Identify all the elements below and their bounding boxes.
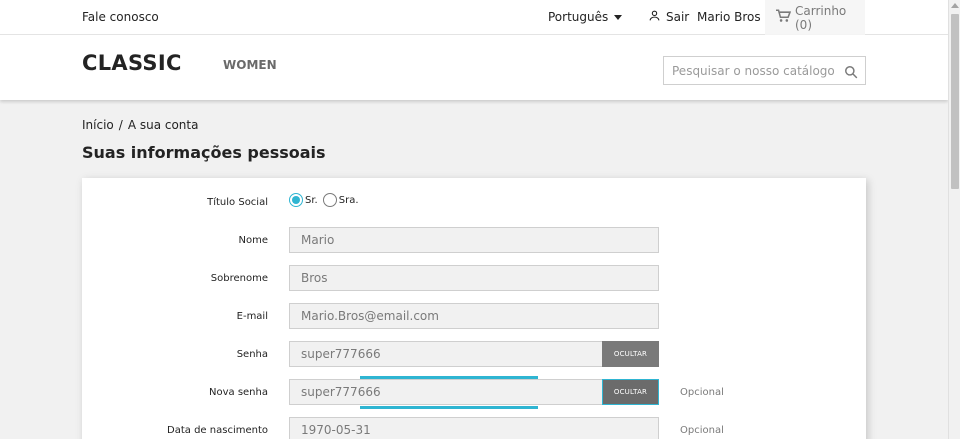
user-icon	[648, 9, 661, 25]
email-row: E-mail Mario.Bros@email.com	[82, 303, 866, 331]
signout-label: Sair	[666, 10, 690, 24]
language-label: Português	[548, 10, 609, 24]
new-password-row: Nova senha super777666 OCULTAR Opcional	[82, 379, 866, 407]
scrollbar-thumb[interactable]	[951, 14, 959, 189]
contact-link[interactable]: Fale conosco	[82, 10, 159, 24]
personal-info-form: Título Social Sr. Sra. Nome Mario Sobren…	[82, 178, 866, 439]
first-name-field[interactable]: Mario	[289, 227, 659, 253]
site-logo[interactable]: CLASSIC	[82, 51, 182, 75]
search-icon[interactable]	[844, 64, 858, 83]
page-title: Suas informações pessoais	[82, 143, 326, 162]
language-selector[interactable]: Português	[548, 10, 623, 24]
last-name-label: Sobrenome	[210, 273, 268, 284]
top-bar: Fale conosco Português Sair Mario Bros C…	[0, 0, 948, 35]
breadcrumb: Início / A sua conta	[82, 118, 198, 132]
nav-item-women[interactable]: WOMEN	[223, 58, 277, 72]
signout-link[interactable]: Sair	[648, 9, 689, 25]
password-field[interactable]: super777666	[289, 341, 603, 367]
birthdate-label: Data de nascimento	[167, 425, 268, 436]
hide-password-button[interactable]: OCULTAR	[602, 341, 659, 367]
radio-mrs[interactable]	[322, 193, 337, 207]
new-password-hint: Opcional	[680, 387, 724, 398]
email-label: E-mail	[236, 311, 268, 322]
birthdate-row: Data de nascimento 1970-05-31 Opcional	[82, 417, 866, 439]
page-scrollbar[interactable]	[948, 0, 960, 439]
last-name-row: Sobrenome Bros	[82, 265, 866, 293]
social-title-row: Título Social Sr. Sra.	[82, 193, 866, 221]
shopping-cart-icon	[775, 9, 792, 26]
social-title-options: Sr. Sra.	[289, 193, 359, 207]
birthdate-hint: Opcional	[680, 425, 724, 436]
password-label: Senha	[236, 349, 268, 360]
first-name-row: Nome Mario	[82, 227, 866, 255]
cart-label: Carrinho (0)	[795, 3, 847, 32]
password-row: Senha super777666 OCULTAR	[82, 341, 866, 369]
caret-down-icon	[614, 14, 623, 20]
birthdate-field[interactable]: 1970-05-31	[289, 417, 659, 439]
radio-mr[interactable]	[289, 193, 303, 207]
cart-link[interactable]: Carrinho (0)	[765, 0, 865, 35]
search-input[interactable]	[664, 57, 834, 84]
breadcrumb-account[interactable]: A sua conta	[128, 118, 199, 132]
email-field[interactable]: Mario.Bros@email.com	[289, 303, 659, 329]
hide-new-password-button[interactable]: OCULTAR	[602, 379, 659, 405]
account-link[interactable]: Mario Bros	[697, 10, 761, 24]
new-password-field[interactable]: super777666	[289, 379, 603, 405]
social-title-label: Título Social	[207, 197, 268, 208]
first-name-label: Nome	[238, 235, 269, 246]
scroll-up-icon[interactable]	[951, 3, 959, 8]
last-name-field[interactable]: Bros	[289, 265, 659, 291]
radio-mrs-label[interactable]: Sra.	[339, 195, 359, 206]
site-header: CLASSIC WOMEN	[0, 35, 948, 100]
breadcrumb-separator: /	[118, 118, 123, 132]
new-password-label: Nova senha	[209, 387, 268, 398]
password-strength-bar-bottom	[360, 406, 538, 409]
search-box	[663, 56, 866, 85]
radio-mr-label[interactable]: Sr.	[305, 195, 318, 206]
breadcrumb-home[interactable]: Início	[82, 118, 114, 132]
